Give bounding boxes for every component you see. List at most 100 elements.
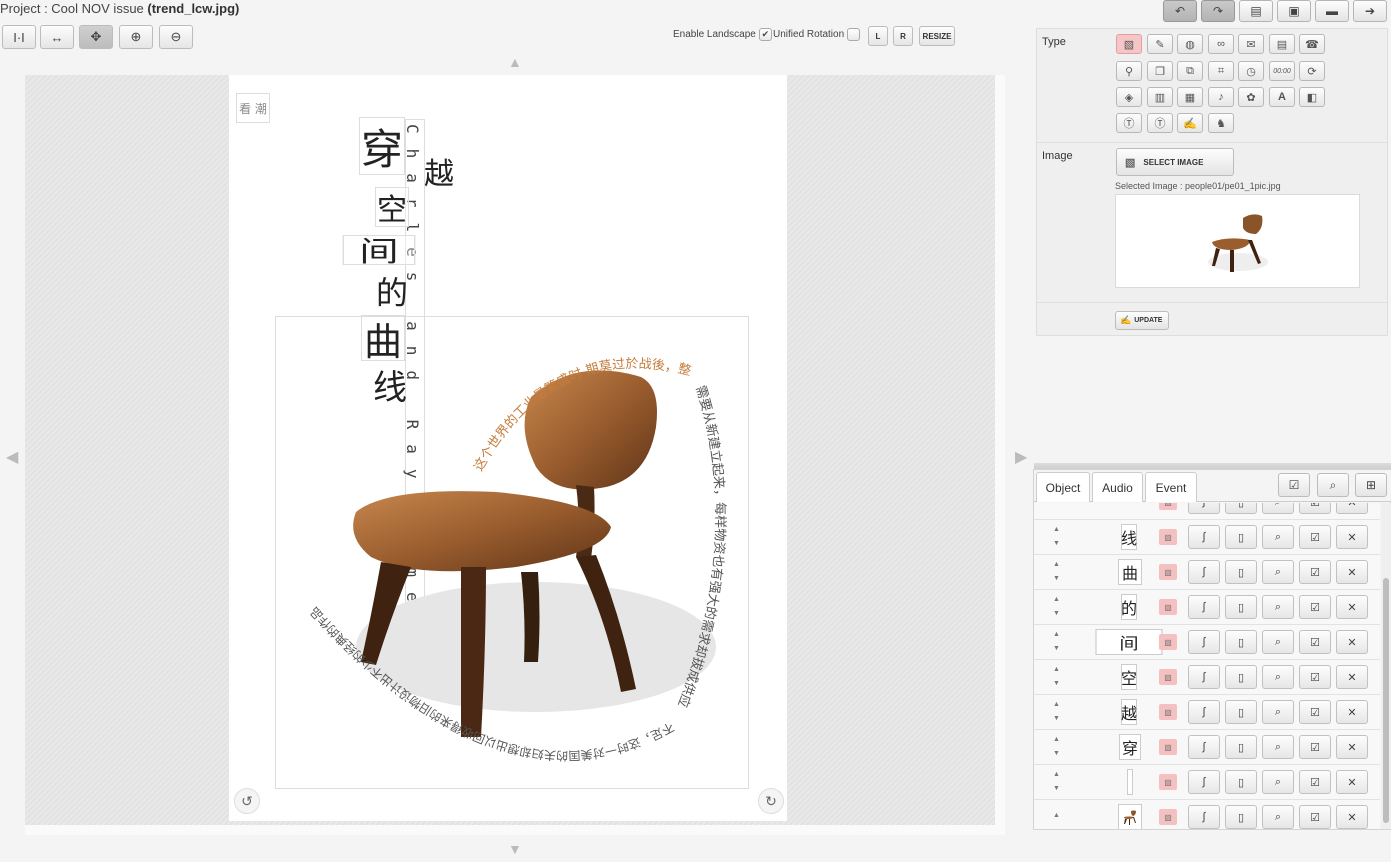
reorder-arrows[interactable]: ▲ ▼ (1053, 628, 1060, 656)
tab-audio[interactable]: Audio (1092, 472, 1143, 502)
flower-type-button[interactable]: ✿ (1238, 87, 1264, 107)
tab-object[interactable]: Object (1036, 472, 1090, 502)
new-page-button[interactable]: ▤ (1239, 0, 1273, 22)
delete-button[interactable]: ✕ (1336, 503, 1368, 514)
clip-button[interactable]: ▯ (1225, 770, 1257, 794)
move-up-icon[interactable]: ▲ (1053, 631, 1060, 638)
move-down-icon[interactable]: ▼ (1053, 575, 1060, 582)
fit-width-button[interactable]: ↔ (40, 25, 74, 49)
layer-row[interactable]: ▲ ▼ 穿 ▧ ∫ ▯ ⌕ ☑ ✕ (1034, 730, 1380, 765)
brush-type-button[interactable]: ✎ (1147, 34, 1173, 54)
layer-row[interactable]: ▲ ▼ 空 ▧ ∫ ▯ ⌕ ☑ ✕ (1034, 660, 1380, 695)
zoom-button[interactable]: ⌕ (1262, 700, 1294, 724)
check-button[interactable]: ☑ (1299, 770, 1331, 794)
clip-button[interactable]: ▯ (1225, 805, 1257, 829)
link-type-button[interactable]: ∞ (1208, 34, 1234, 54)
puzzle-type-button[interactable]: ◧ (1299, 87, 1325, 107)
path-button[interactable]: ∫ (1188, 525, 1220, 549)
resize-button[interactable]: RESIZE (919, 26, 955, 46)
figure-type-button[interactable]: ♞ (1208, 113, 1234, 133)
check-button[interactable]: ☑ (1299, 665, 1331, 689)
paste-button[interactable]: ▣ (1277, 0, 1311, 22)
layer-row[interactable]: ▲ ▼ ▧ ∫ ▯ ⌕ ☑ ✕ (1034, 765, 1380, 800)
clip-button[interactable]: ▯ (1225, 595, 1257, 619)
layer-row[interactable]: ▲ ▼ 的 ▧ ∫ ▯ ⌕ ☑ ✕ (1034, 590, 1380, 625)
reorder-arrows[interactable]: ▲ ▼ (1053, 663, 1060, 691)
web-type-button[interactable]: ◍ (1177, 34, 1203, 54)
shapes-type-button[interactable]: ⧉ (1177, 61, 1203, 81)
clip-button[interactable]: ▯ (1225, 503, 1257, 514)
title-char-3[interactable]: 空 (375, 187, 409, 228)
layer-list-scroll-thumb[interactable] (1383, 578, 1389, 823)
page-canvas[interactable]: 看 潮 Charles and Ray Eames 穿 越 空 间 的 曲 线 (229, 75, 787, 821)
corner-label[interactable]: 看 潮 (236, 93, 270, 123)
zoom-button[interactable]: ⌕ (1262, 665, 1294, 689)
tab-event[interactable]: Event (1145, 472, 1197, 502)
image-type-button[interactable]: ▧ (1116, 34, 1142, 54)
document-type-button[interactable]: ▤ (1269, 34, 1295, 54)
delete-button[interactable]: ✕ (1336, 525, 1368, 549)
clock-type-button[interactable]: ◷ (1238, 61, 1264, 81)
zoom-button[interactable]: ⌕ (1262, 805, 1294, 829)
zoom-in-button[interactable]: ⊕ (119, 25, 153, 49)
check-button[interactable]: ☑ (1299, 503, 1331, 514)
layer-row[interactable]: ▲ ▼ 线 ▧ ∫ ▯ ⌕ ☑ ✕ (1034, 520, 1380, 555)
enable-landscape-option[interactable]: Enable Landscape ✔ (673, 28, 772, 41)
move-up-icon[interactable]: ▲ (1053, 701, 1060, 708)
path-button[interactable]: ∫ (1188, 735, 1220, 759)
save-button[interactable]: ▬ (1315, 0, 1349, 22)
clip-button[interactable]: ▯ (1225, 665, 1257, 689)
move-up-icon[interactable]: ▲ (1053, 812, 1060, 819)
clip-button[interactable]: ▯ (1225, 630, 1257, 654)
move-down-icon[interactable]: ▼ (1053, 610, 1060, 617)
edit-type-button[interactable]: ✍ (1177, 113, 1203, 133)
path-button[interactable]: ∫ (1188, 700, 1220, 724)
check-button[interactable]: ☑ (1299, 805, 1331, 829)
clip-button[interactable]: ▯ (1225, 700, 1257, 724)
delete-button[interactable]: ✕ (1336, 560, 1368, 584)
layer-list-scrollbar[interactable] (1381, 503, 1391, 829)
timer-type-button[interactable]: 00:00 (1269, 61, 1295, 81)
layer-row[interactable]: ▲ ▼ 间 ▧ ∫ ▯ ⌕ ☑ ✕ (1034, 625, 1380, 660)
right-page-button[interactable]: R (893, 26, 913, 46)
delete-button[interactable]: ✕ (1336, 700, 1368, 724)
move-up-icon[interactable]: ▲ (1053, 666, 1060, 673)
pin-type-button[interactable]: ⚲ (1116, 61, 1142, 81)
pages-type-button[interactable]: ▦ (1177, 87, 1203, 107)
move-down-icon[interactable]: ▼ (1053, 715, 1060, 722)
enable-landscape-checkbox[interactable]: ✔ (758, 28, 772, 41)
reorder-arrows[interactable]: ▲ ▼ (1053, 593, 1060, 621)
phone-type-button[interactable]: ☎ (1299, 34, 1325, 54)
film-type-button[interactable]: ▥ (1147, 87, 1173, 107)
text-type-button[interactable]: A (1269, 87, 1295, 107)
crop-type-button[interactable]: ⌗ (1208, 61, 1234, 81)
reorder-arrows[interactable]: ▲ ▼ (1053, 733, 1060, 761)
copy-type-button[interactable]: ❐ (1147, 61, 1173, 81)
title-char-2[interactable]: 越 (424, 147, 454, 195)
zoom-button[interactable]: ⌕ (1262, 735, 1294, 759)
title-char-4[interactable]: 间 (342, 235, 416, 268)
canvas-horizontal-scrollbar[interactable] (25, 825, 1005, 835)
zoom-out-button[interactable]: ⊖ (159, 25, 193, 49)
delete-button[interactable]: ✕ (1336, 805, 1368, 829)
zoom-button[interactable]: ⌕ (1262, 525, 1294, 549)
path-button[interactable]: ∫ (1188, 560, 1220, 584)
move-up-icon[interactable]: ▲ (1053, 526, 1060, 533)
rotate-left-button[interactable]: ↺ (234, 788, 260, 814)
fit-page-button[interactable]: Ι·Ι (2, 25, 36, 49)
delete-button[interactable]: ✕ (1336, 630, 1368, 654)
path-button[interactable]: ∫ (1188, 595, 1220, 619)
path-button[interactable]: ∫ (1188, 630, 1220, 654)
undo-button[interactable]: ↶ (1163, 0, 1197, 22)
chair-photo-frame[interactable]: 这个世界的工业最繁盛时 期莫过於战後，整个世界 需要从新建立起来，每样物资也有强… (269, 306, 749, 789)
move-down-icon[interactable]: ▼ (1053, 645, 1060, 652)
title-char-1[interactable]: 穿 (359, 117, 405, 175)
next-page-arrow-icon[interactable]: ▶ (1015, 447, 1027, 467)
move-up-icon[interactable]: ▲ (1053, 771, 1060, 778)
move-tool-button[interactable]: ✥ (79, 25, 113, 49)
reorder-arrows[interactable]: ▲ ▼ (1053, 768, 1060, 796)
select-image-button[interactable]: ▧ SELECT IMAGE (1116, 148, 1234, 176)
move-down-icon[interactable]: ▼ (1053, 540, 1060, 547)
check-button[interactable]: ☑ (1299, 525, 1331, 549)
move-up-icon[interactable]: ▲ (1053, 736, 1060, 743)
